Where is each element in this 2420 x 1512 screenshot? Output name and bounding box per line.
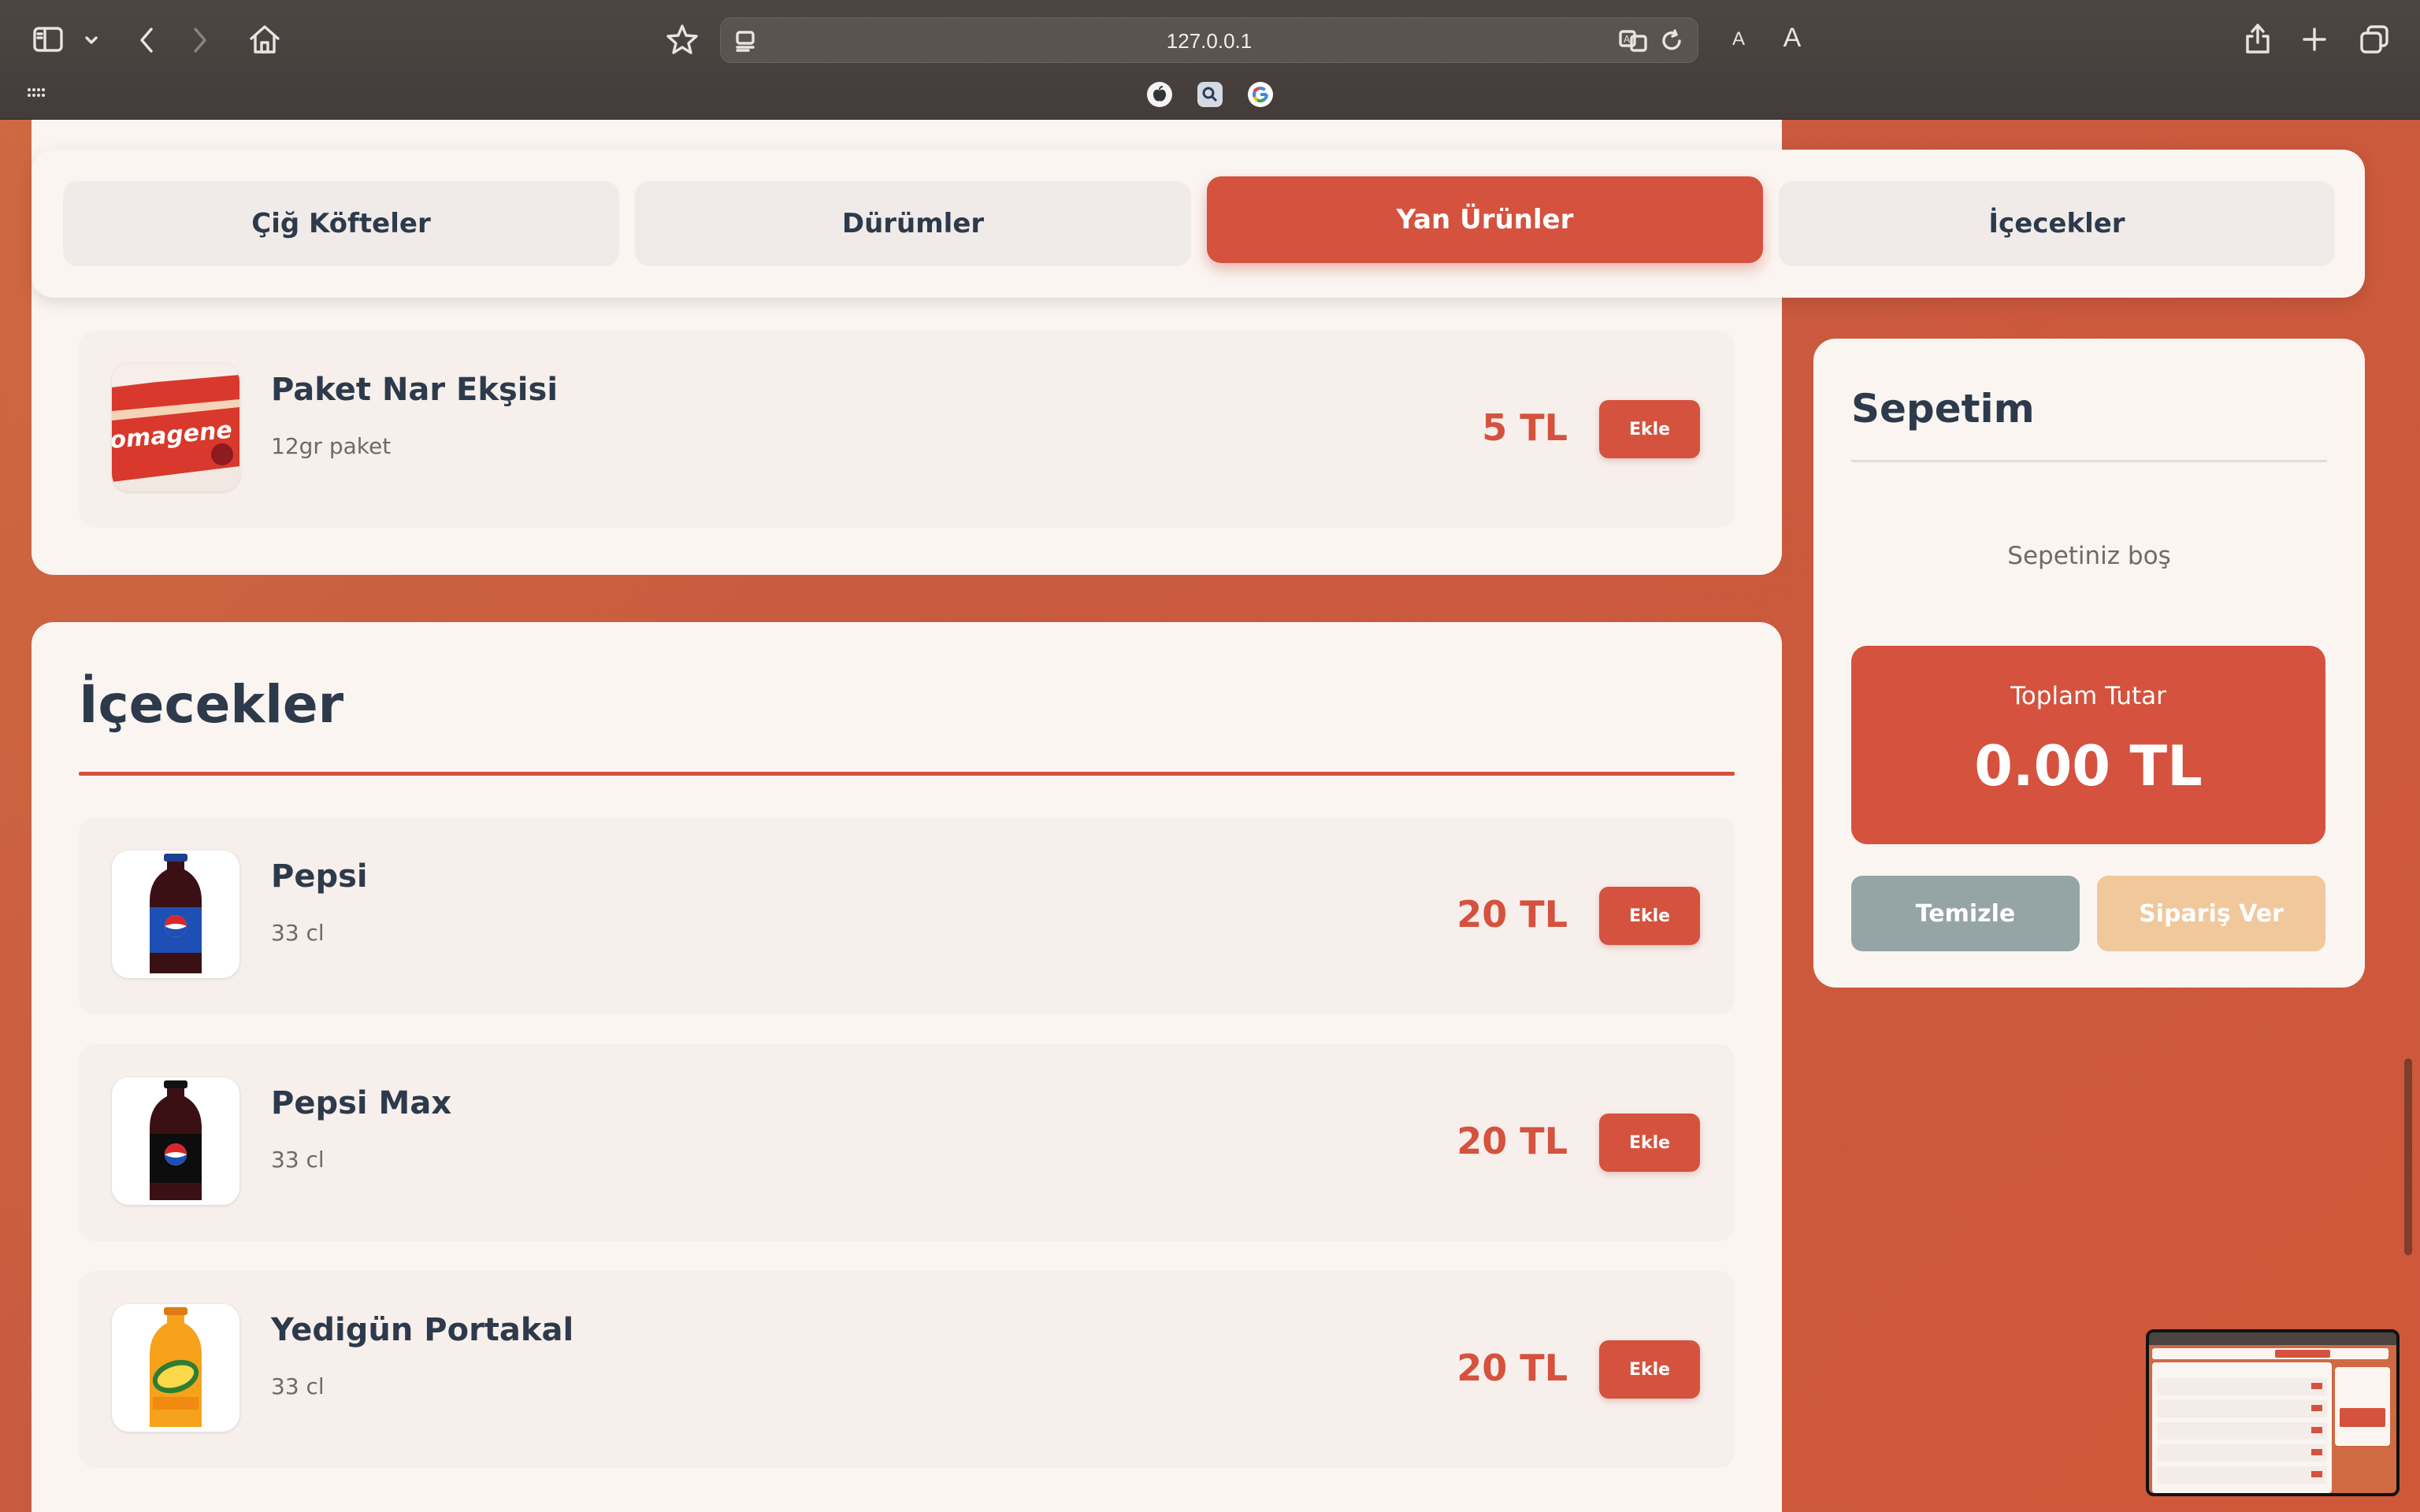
page-scrollbar[interactable] — [2404, 1058, 2412, 1255]
cart-empty-message: Sepetiniz boş — [2007, 542, 2171, 570]
tab-durumler[interactable]: Dürümler — [635, 181, 1191, 266]
total-value: 0.00 TL — [1974, 734, 2203, 799]
product-price: 20 TL — [1457, 893, 1568, 936]
list-item: omagene Paket Nar Ekşisi 12gr paket 5 TL… — [79, 331, 1735, 528]
new-tab-icon[interactable] — [2299, 24, 2330, 55]
clear-cart-button[interactable]: Temizle — [1851, 876, 2080, 951]
cart-panel: Sepetim Sepetiniz boş Toplam Tutar 0.00 … — [1813, 339, 2365, 988]
svg-text:A: A — [1624, 34, 1631, 45]
product-name: Pepsi Max — [271, 1085, 452, 1121]
sidebar-toggle-icon[interactable] — [28, 24, 68, 55]
text-smaller-button[interactable]: A — [1725, 24, 1752, 55]
cart-divider — [1851, 460, 2327, 462]
section-title: İçecekler — [79, 674, 344, 735]
section-divider — [79, 772, 1735, 776]
product-image — [112, 1304, 239, 1432]
text-larger-button[interactable]: A — [1779, 20, 1806, 55]
list-item: Pepsi Max 33 cl 20 TL Ekle — [79, 1044, 1735, 1241]
place-order-button[interactable]: Sipariş Ver — [2097, 876, 2325, 951]
cart-total-box: Toplam Tutar 0.00 TL — [1851, 646, 2325, 844]
tab-icecekler[interactable]: İçecekler — [1779, 181, 2335, 266]
product-name: Pepsi — [271, 858, 368, 895]
list-item: Yedigün Portakal 33 cl 20 TL Ekle — [79, 1271, 1735, 1468]
add-to-cart-button[interactable]: Ekle — [1599, 400, 1700, 458]
reload-icon[interactable] — [1658, 28, 1685, 54]
product-name: Yedigün Portakal — [271, 1312, 574, 1348]
product-name: Paket Nar Ekşisi — [271, 372, 559, 408]
product-description: 33 cl — [271, 1373, 325, 1399]
product-price: 20 TL — [1457, 1347, 1568, 1389]
address-bar[interactable]: 127.0.0.1 A — [720, 17, 1698, 63]
product-price: 5 TL — [1482, 406, 1568, 449]
total-label: Toplam Tutar — [2010, 682, 2166, 710]
chevron-down-icon[interactable] — [82, 28, 101, 52]
add-to-cart-button[interactable]: Ekle — [1599, 887, 1700, 945]
product-image — [112, 850, 239, 978]
google-icon[interactable] — [1248, 82, 1273, 107]
back-icon[interactable] — [132, 24, 161, 57]
add-to-cart-button[interactable]: Ekle — [1599, 1340, 1700, 1399]
tab-overview-icon[interactable] — [2357, 22, 2392, 57]
category-tabs: Çiğ Köfteler Dürümler Yan Ürünler İçecek… — [32, 150, 2365, 298]
search-icon[interactable] — [1197, 82, 1223, 107]
product-description: 33 cl — [271, 1147, 325, 1173]
home-icon[interactable] — [246, 22, 284, 57]
drinks-panel: İçecekler Pepsi 33 cl 20 TL Ekle Pepsi M… — [32, 622, 1782, 1512]
translate-icon[interactable]: A — [1617, 28, 1650, 54]
tab-yan-urunler[interactable]: Yan Ürünler — [1207, 176, 1763, 263]
favorites-grid-icon[interactable] — [25, 83, 49, 104]
product-image — [112, 1077, 239, 1205]
list-item: Pepsi 33 cl 20 TL Ekle — [79, 817, 1735, 1014]
url-text: 127.0.0.1 — [1166, 29, 1253, 53]
product-description: 12gr paket — [271, 433, 392, 459]
bookmark-star-icon[interactable] — [663, 20, 701, 58]
forward-icon[interactable] — [186, 24, 214, 57]
add-to-cart-button[interactable]: Ekle — [1599, 1114, 1700, 1172]
product-price: 20 TL — [1457, 1120, 1568, 1162]
apple-icon[interactable] — [1147, 82, 1172, 107]
screenshot-thumbnail[interactable] — [2146, 1329, 2400, 1496]
product-image: omagene — [112, 364, 239, 491]
cart-title: Sepetim — [1851, 386, 2035, 432]
browser-toolbar: 127.0.0.1 A A A — [0, 0, 2420, 120]
tab-cig-kofteler[interactable]: Çiğ Köfteler — [63, 181, 619, 266]
share-icon[interactable] — [2242, 20, 2273, 57]
product-description: 33 cl — [271, 920, 325, 946]
